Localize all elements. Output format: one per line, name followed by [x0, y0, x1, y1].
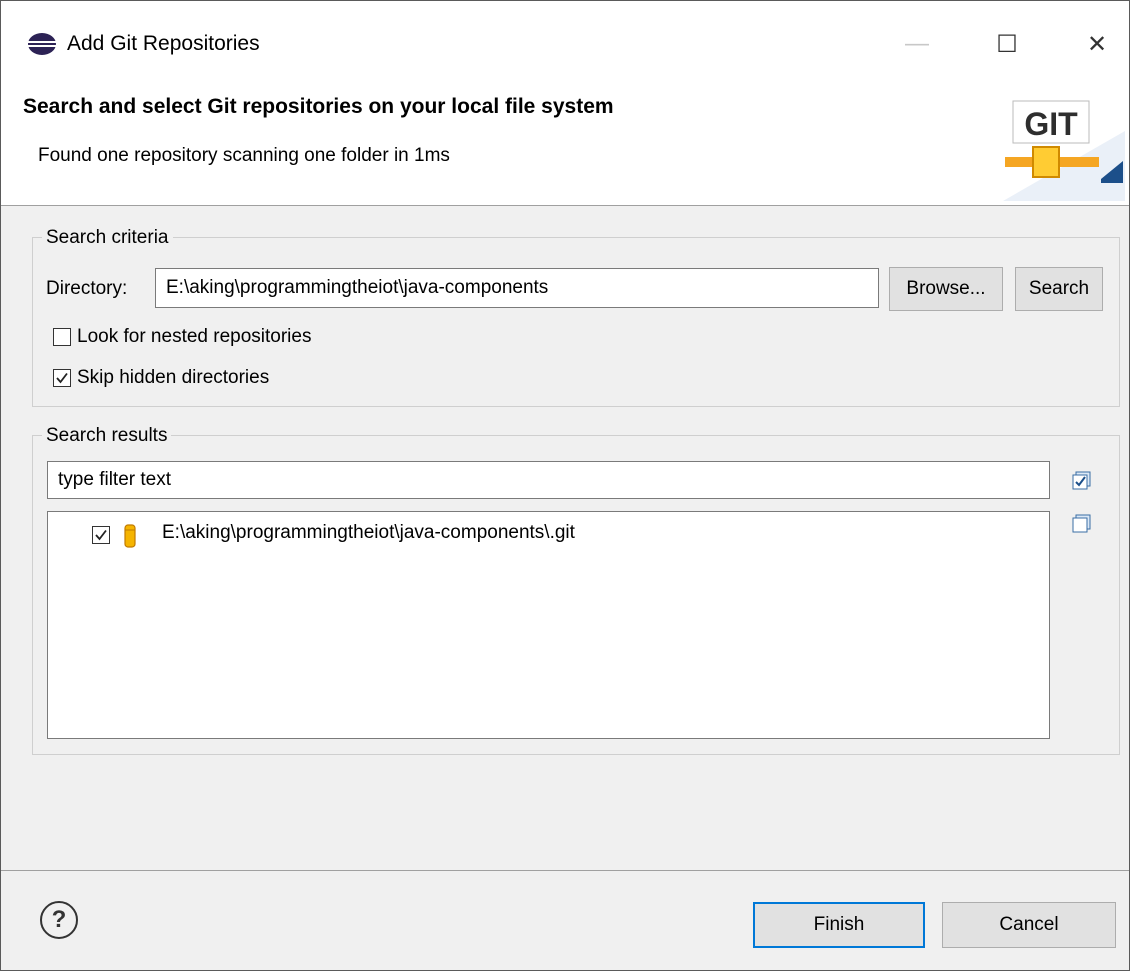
finish-button[interactable]: Finish	[753, 902, 925, 948]
search-criteria-label: Search criteria	[42, 227, 173, 249]
browse-button[interactable]: Browse...	[889, 267, 1003, 311]
search-results-label: Search results	[42, 425, 172, 447]
close-button[interactable]: ✕	[1067, 19, 1127, 69]
checkmark-icon	[56, 372, 68, 384]
directory-input[interactable]: E:\aking\programmingtheiot\java-componen…	[155, 268, 879, 308]
list-item[interactable]: E:\aking\programmingtheiot\java-componen…	[92, 522, 992, 552]
window-title: Add Git Repositories	[67, 32, 260, 55]
repository-list[interactable]: E:\aking\programmingtheiot\java-componen…	[47, 511, 1050, 739]
skip-hidden-label[interactable]: Skip hidden directories	[77, 367, 269, 389]
header-description: Found one repository scanning one folder…	[38, 145, 450, 166]
minimize-button[interactable]: —	[887, 19, 947, 69]
maximize-button[interactable]: ☐	[977, 19, 1037, 69]
repository-checkbox[interactable]	[92, 526, 110, 544]
header-title: Search and select Git repositories on yo…	[23, 95, 614, 118]
search-button[interactable]: Search	[1015, 267, 1103, 311]
deselect-all-icon[interactable]	[1072, 514, 1092, 534]
nested-repositories-checkbox[interactable]	[53, 328, 71, 346]
git-logo-text: GIT	[1024, 106, 1078, 142]
filter-input[interactable]: type filter text	[47, 461, 1050, 499]
directory-label: Directory:	[46, 278, 128, 299]
title-bar[interactable]: Add Git Repositories — ☐ ✕	[1, 1, 1129, 85]
wizard-header: Search and select Git repositories on yo…	[1, 85, 1129, 206]
git-logo-icon: GIT	[1003, 100, 1125, 201]
repository-path: E:\aking\programmingtheiot\java-componen…	[162, 522, 575, 543]
nested-repositories-label[interactable]: Look for nested repositories	[77, 326, 311, 348]
skip-hidden-checkbox[interactable]	[53, 369, 71, 387]
add-git-repositories-dialog: Add Git Repositories — ☐ ✕ Search and se…	[0, 0, 1130, 971]
select-all-icon[interactable]	[1072, 471, 1092, 491]
repository-icon	[124, 524, 136, 548]
help-icon[interactable]: ?	[40, 901, 78, 939]
cancel-button[interactable]: Cancel	[942, 902, 1116, 948]
footer-divider	[1, 870, 1129, 871]
checkmark-icon	[95, 529, 107, 541]
eclipse-icon	[28, 33, 56, 55]
